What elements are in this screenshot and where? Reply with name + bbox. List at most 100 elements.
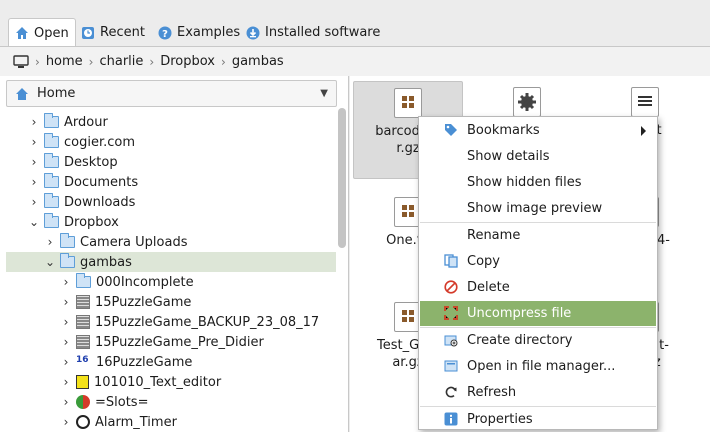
- tree-item[interactable]: › Downloads: [6, 192, 336, 212]
- tab-examples-label: Examples: [177, 25, 241, 40]
- tree-item[interactable]: › Desktop: [6, 152, 336, 172]
- chevron-down-icon[interactable]: ⌄: [27, 215, 41, 229]
- context-menu: Bookmarks Show details Show hidden files Sh…: [418, 116, 658, 430]
- folder-icon: [44, 173, 59, 188]
- tree-item-label: Documents: [64, 174, 139, 190]
- delete-icon: [444, 280, 458, 294]
- breadcrumb-gambas[interactable]: gambas: [232, 54, 284, 69]
- folder-icon: [44, 193, 59, 208]
- folder-icon: [76, 273, 91, 288]
- chevron-right-icon[interactable]: ›: [27, 175, 41, 189]
- tab-open[interactable]: Open: [8, 18, 76, 47]
- menu-item-show-details[interactable]: Show details: [420, 144, 656, 169]
- chevron-right-icon[interactable]: ›: [59, 375, 73, 389]
- tree-item[interactable]: › =Slots=: [6, 392, 336, 412]
- help-icon: ?: [158, 26, 172, 40]
- chevron-right-icon[interactable]: ›: [59, 355, 73, 369]
- tree-item[interactable]: › 000Incomplete: [6, 272, 336, 292]
- chevron-right-icon[interactable]: ›: [59, 415, 73, 429]
- places-dropdown[interactable]: Home ▼: [6, 80, 337, 107]
- chevron-right-icon[interactable]: ›: [27, 155, 41, 169]
- computer-icon[interactable]: [13, 54, 29, 69]
- tree-item[interactable]: › Camera Uploads: [6, 232, 336, 252]
- breadcrumb-charlie[interactable]: charlie: [99, 54, 143, 69]
- tab-recent[interactable]: Recent: [75, 18, 151, 47]
- tree-item[interactable]: › 15PuzzleGame_BACKUP_23_08_17: [6, 312, 336, 332]
- menu-item-label: Show details: [467, 149, 550, 164]
- tree-item[interactable]: › cogier.com: [6, 132, 336, 152]
- new-folder-icon: [444, 333, 458, 347]
- menu-item-show-image-preview[interactable]: Show image preview: [420, 196, 656, 221]
- archive-icon: [394, 88, 422, 118]
- tree-item[interactable]: › 15PuzzleGame_Pre_Didier: [6, 332, 336, 352]
- breadcrumb-home[interactable]: home: [46, 54, 83, 69]
- tree-item-label: 101010_Text_editor: [94, 374, 222, 390]
- menu-item-create-directory[interactable]: Create directory: [420, 328, 656, 353]
- breadcrumb-separator: ›: [221, 54, 226, 69]
- tree-item[interactable]: › Alarm_Timer: [6, 412, 336, 432]
- menu-item-bookmarks[interactable]: Bookmarks: [420, 118, 656, 143]
- chevron-right-icon[interactable]: ›: [59, 275, 73, 289]
- chevron-right-icon[interactable]: ›: [59, 295, 73, 309]
- tree-item-label: 000Incomplete: [96, 274, 194, 290]
- recent-icon: [81, 26, 95, 40]
- tab-installed-software[interactable]: Installed software: [240, 18, 386, 47]
- chevron-down-icon: ▼: [320, 88, 328, 99]
- tree-item[interactable]: › Ardour: [6, 112, 336, 132]
- menu-item-label: Rename: [467, 228, 521, 243]
- folder-icon: [60, 253, 75, 268]
- tree-item[interactable]: ⌄ Dropbox: [6, 212, 336, 232]
- chevron-right-icon[interactable]: ›: [59, 395, 73, 409]
- tree-item-label: Downloads: [64, 194, 136, 210]
- menu-item-label: Show hidden files: [467, 175, 582, 190]
- tree-item-label: Dropbox: [64, 214, 119, 230]
- menu-item-label: Open in file manager...: [467, 359, 616, 374]
- info-icon: [444, 412, 458, 426]
- copy-icon: [444, 254, 458, 268]
- folder-tree: › Ardour › cogier.com › Desktop › Documents › Dow…: [6, 108, 336, 432]
- chevron-right-icon[interactable]: ›: [27, 195, 41, 209]
- tree-item-label: Ardour: [64, 114, 108, 130]
- menu-item-rename[interactable]: Rename: [420, 223, 656, 248]
- menu-item-copy[interactable]: Copy: [420, 249, 656, 274]
- menu-item-properties[interactable]: Properties: [420, 407, 656, 432]
- breadcrumb: › home › charlie › Dropbox › gambas: [0, 47, 710, 76]
- breadcrumb-dropbox[interactable]: Dropbox: [160, 54, 215, 69]
- menu-item-label: Show image preview: [467, 201, 603, 216]
- menu-item-show-hidden-files[interactable]: Show hidden files: [420, 170, 656, 195]
- breadcrumb-separator: ›: [149, 54, 155, 69]
- tree-item[interactable]: › 101010_Text_editor: [6, 372, 336, 392]
- tree-item-label: 15PuzzleGame_Pre_Didier: [95, 334, 264, 350]
- uncompress-icon: [444, 306, 458, 320]
- tab-examples[interactable]: ? Examples: [152, 18, 246, 47]
- menu-item-label: Bookmarks: [467, 123, 540, 138]
- tree-item[interactable]: › 16 16PuzzleGame: [6, 352, 336, 372]
- menu-item-delete[interactable]: Delete: [420, 275, 656, 300]
- tree-item-label: 15PuzzleGame_BACKUP_23_08_17: [95, 314, 320, 330]
- tree-item[interactable]: › Documents: [6, 172, 336, 192]
- open-folder-icon: [444, 359, 458, 373]
- menu-item-open-in-file-manager[interactable]: Open in file manager...: [420, 354, 656, 379]
- breadcrumb-separator: ›: [88, 54, 94, 69]
- chevron-right-icon[interactable]: ›: [27, 135, 41, 149]
- tree-item[interactable]: › 15PuzzleGame: [6, 292, 336, 312]
- text-file-icon: [631, 87, 659, 117]
- slots-icon: [76, 395, 90, 409]
- menu-item-label: Delete: [467, 280, 510, 295]
- tab-recent-label: Recent: [100, 25, 145, 40]
- chevron-right-icon[interactable]: ›: [43, 235, 57, 249]
- scrollbar-thumb[interactable]: [338, 108, 346, 248]
- menu-item-refresh[interactable]: Refresh: [420, 380, 656, 405]
- places-label: Home: [37, 86, 76, 101]
- tree-scrollbar[interactable]: [337, 80, 347, 432]
- tree-item[interactable]: ⌄ gambas: [6, 252, 336, 272]
- folder-icon: [44, 113, 59, 128]
- breadcrumb-separator: ›: [35, 54, 40, 69]
- chevron-right-icon[interactable]: ›: [59, 315, 73, 329]
- chevron-right-icon[interactable]: ›: [27, 115, 41, 129]
- gear-icon: [513, 87, 541, 117]
- folder-icon: [60, 233, 75, 248]
- menu-item-uncompress-file[interactable]: Uncompress file: [420, 301, 656, 326]
- chevron-down-icon[interactable]: ⌄: [43, 255, 57, 269]
- chevron-right-icon[interactable]: ›: [59, 335, 73, 349]
